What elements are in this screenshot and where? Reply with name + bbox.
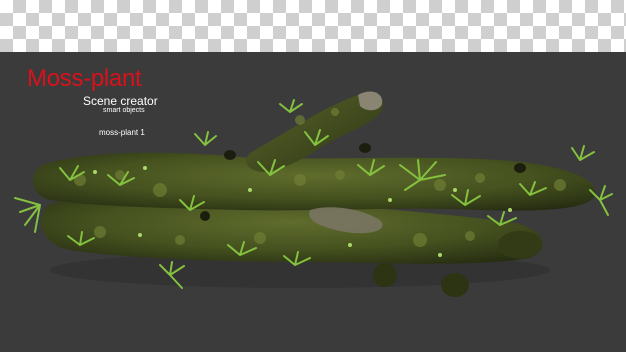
knot-hole-3: [514, 163, 526, 173]
page-title: Moss-plant: [27, 65, 142, 92]
hanging-root-2: [441, 273, 469, 297]
subtitle-small: smart objects: [103, 107, 145, 114]
knot-hole-1: [224, 150, 236, 160]
hanging-root-3: [498, 231, 542, 259]
knot-hole-2: [359, 143, 371, 153]
image-caption: moss-plant 1: [99, 128, 145, 137]
hanging-root-1: [373, 263, 397, 287]
knot-hole-4: [200, 211, 210, 221]
moss-covered-log-image: [14, 91, 613, 297]
